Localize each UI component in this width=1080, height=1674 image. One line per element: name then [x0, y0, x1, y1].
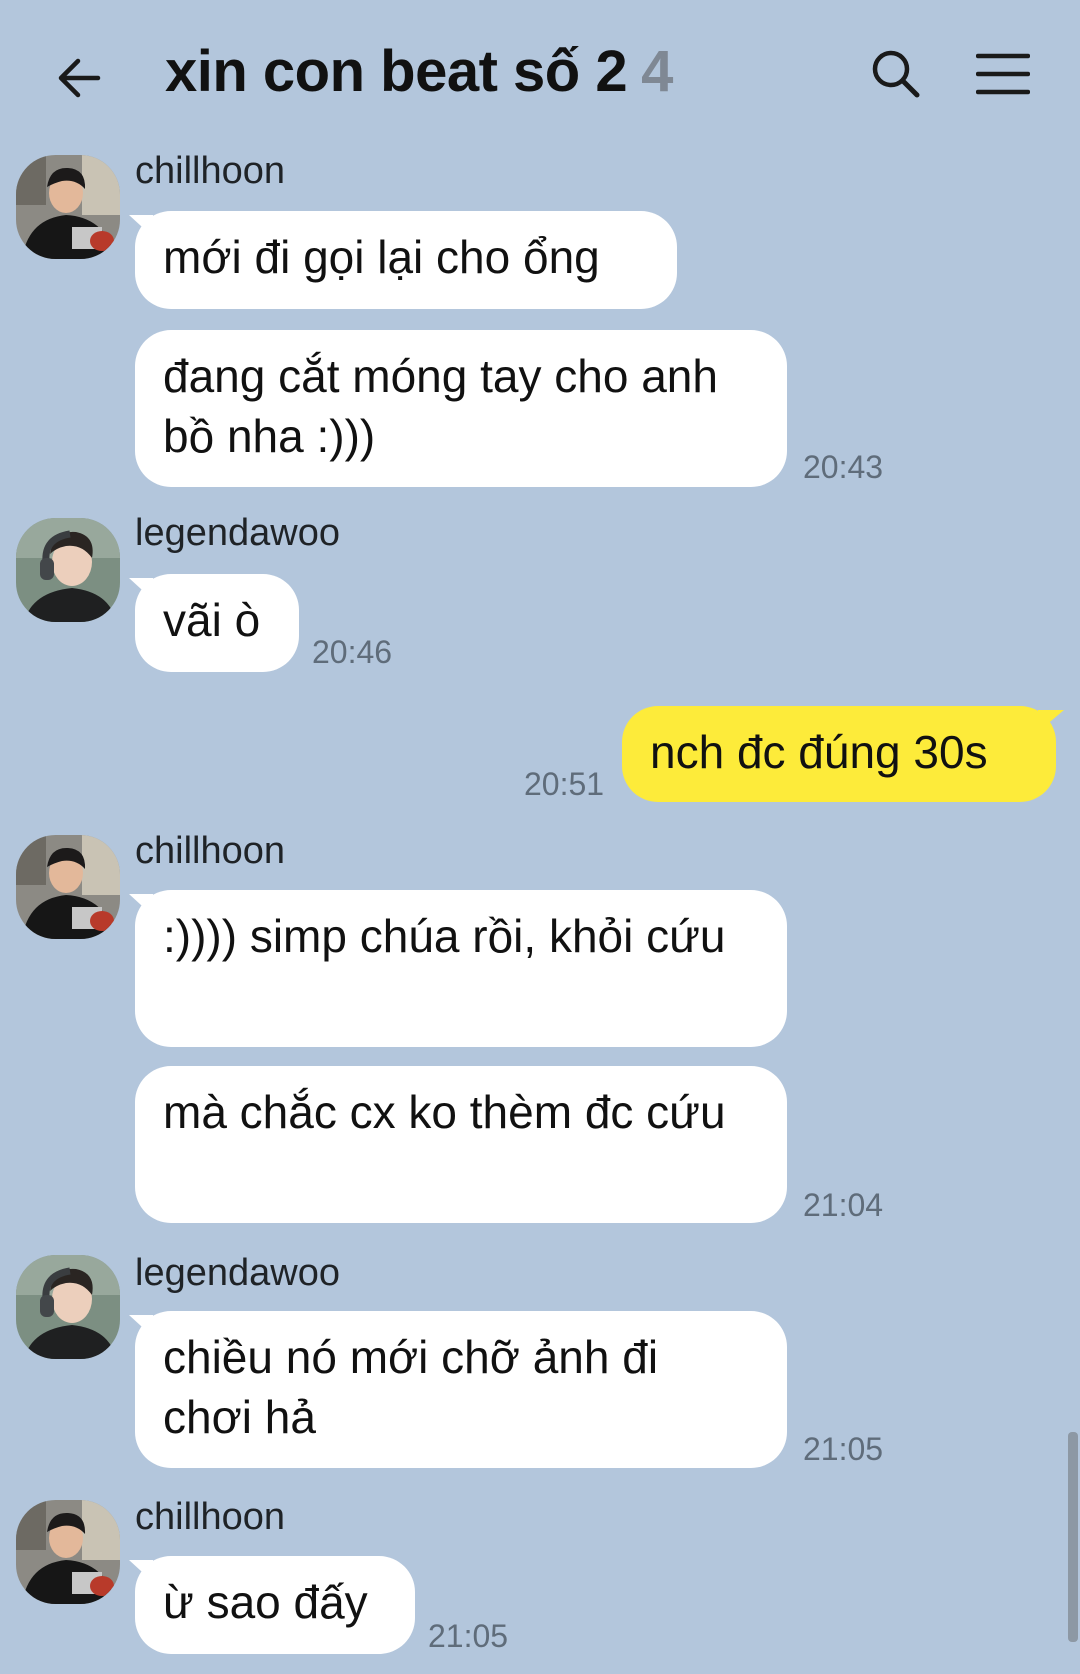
message-bubble[interactable]: vãi ò	[129, 574, 299, 672]
avatar-chillhoon[interactable]	[16, 1500, 120, 1604]
message-bubble[interactable]: mà chắc cx ko thèm đc cứu	[135, 1066, 787, 1223]
sender-name: chillhoon	[135, 150, 285, 192]
message-timestamp: 21:04	[803, 1187, 884, 1223]
sender-name: chillhoon	[135, 830, 285, 872]
avatar-legendawoo[interactable]	[16, 518, 120, 622]
message-bubble[interactable]: :)))) simp chúa rồi, khỏi cứu	[129, 890, 787, 1047]
my-message-bubble[interactable]: nch đc đúng 30s	[622, 706, 1064, 802]
search-icon	[872, 50, 920, 98]
message-bubble[interactable]: đang cắt móng tay cho anh bồ nha :)))	[135, 330, 787, 487]
member-count: 4	[641, 39, 673, 104]
message-timestamp: 21:05	[803, 1431, 884, 1467]
hamburger-menu-icon	[975, 53, 1031, 95]
message-bubble[interactable]: mới đi gọi lại cho ổng	[129, 211, 677, 309]
message-timestamp: 20:46	[312, 634, 393, 670]
avatar-chillhoon[interactable]	[16, 155, 120, 259]
message-timestamp: 20:51	[524, 766, 605, 802]
chat-name: xin con beat số 2	[165, 39, 628, 104]
avatar-chillhoon[interactable]	[16, 835, 120, 939]
message-timestamp: 21:05	[428, 1618, 509, 1654]
sender-name: legendawoo	[135, 512, 340, 554]
message-timestamp: 20:43	[803, 449, 884, 485]
avatar-legendawoo[interactable]	[16, 1255, 120, 1359]
scrollbar[interactable]	[1068, 1432, 1078, 1642]
chat-title: xin con beat số 24	[165, 38, 673, 105]
menu-button[interactable]	[975, 50, 1031, 98]
back-button[interactable]	[50, 48, 110, 108]
search-button[interactable]	[868, 46, 924, 102]
message-bubble[interactable]: ừ sao đấy	[129, 1556, 415, 1654]
sender-name: chillhoon	[135, 1496, 285, 1538]
message-bubble[interactable]: chiều nó mới chỡ ảnh đi chơi hả	[129, 1311, 787, 1468]
arrow-left-icon	[58, 58, 101, 98]
chat-header: xin con beat số 24	[0, 0, 1080, 150]
sender-name: legendawoo	[135, 1252, 340, 1294]
